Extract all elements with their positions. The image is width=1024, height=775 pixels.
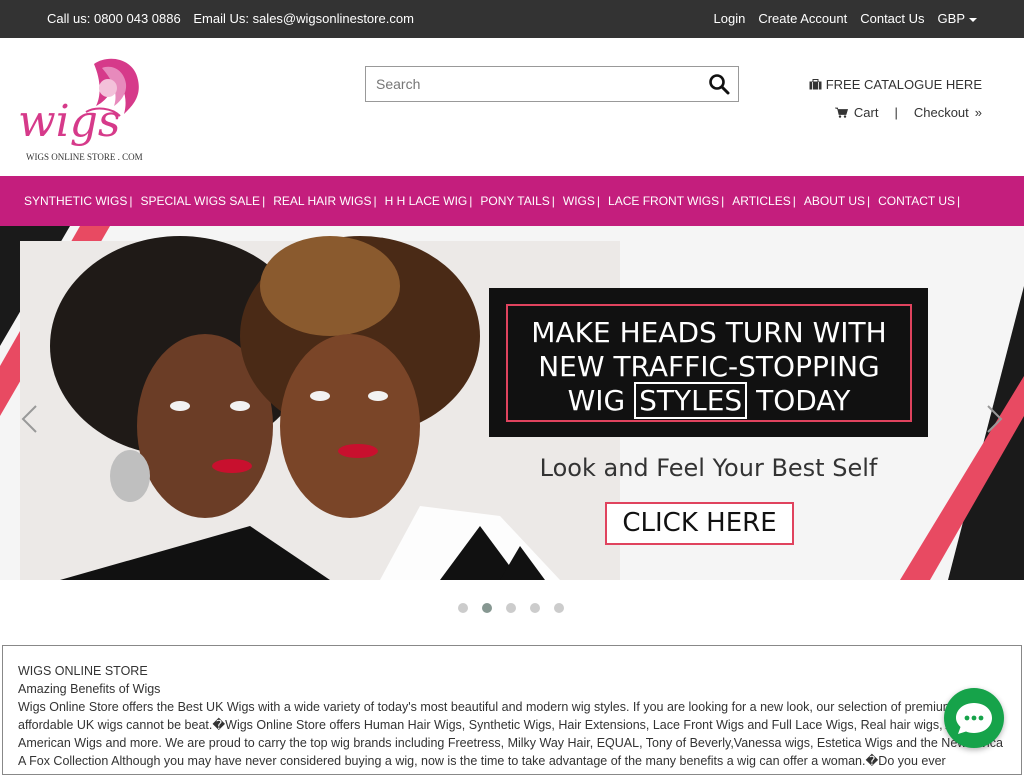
- catalogue-label: FREE CATALOGUE HERE: [825, 77, 982, 92]
- carousel-dot[interactable]: [554, 603, 564, 613]
- checkout-link[interactable]: Checkout: [914, 105, 969, 120]
- nav-label: REAL HAIR WIGS: [273, 194, 372, 208]
- caret-down-icon: [969, 17, 977, 22]
- site-logo[interactable]: wigs WIGS ONLINE STORE . COM: [16, 54, 146, 164]
- nav-label: ABOUT US: [803, 194, 865, 208]
- promo-line-3-post: TODAY: [756, 384, 851, 417]
- chevron-right-icon[interactable]: [986, 404, 1004, 434]
- phone-text: Call us: 0800 043 0886: [47, 11, 181, 26]
- nav-separator: |: [129, 194, 133, 208]
- logo-text: wigs: [18, 96, 120, 147]
- carousel-dot[interactable]: [506, 603, 516, 613]
- search-box[interactable]: Search: [365, 66, 739, 102]
- nav-item-special-wigs-sale[interactable]: SPECIAL WIGS SALE |: [140, 194, 269, 208]
- contact-us-link[interactable]: Contact Us: [860, 11, 924, 26]
- cart-link[interactable]: Cart: [854, 105, 879, 120]
- logo-graphic: wigs WIGS ONLINE STORE . COM: [18, 58, 143, 162]
- currency-label: GBP: [937, 11, 965, 26]
- chat-widget-button[interactable]: [944, 688, 1004, 748]
- nav-item-contact-us[interactable]: CONTACT US |: [878, 194, 964, 208]
- cart-separator: |: [894, 105, 898, 120]
- nav-separator: |: [792, 194, 796, 208]
- cart-icon: [834, 107, 848, 118]
- nav-label: PONY TAILS: [480, 194, 550, 208]
- promo-line-3-pre: WIG: [567, 384, 626, 417]
- email-text[interactable]: Email Us: sales@wigsonlinestore.com: [193, 11, 414, 26]
- nav-separator: |: [866, 194, 871, 208]
- nav-separator: |: [262, 194, 266, 208]
- nav-label: WIGS: [562, 194, 595, 208]
- promo-border: MAKE HEADS TURN WITH NEW TRAFFIC-STOPPIN…: [506, 304, 912, 422]
- nav-item-synthetic-wigs[interactable]: SYNTHETIC WIGS |: [24, 194, 136, 208]
- nav-label: SYNTHETIC WIGS: [24, 194, 128, 208]
- nav-list: SYNTHETIC WIGS | SPECIAL WIGS SALE | REAL …: [0, 176, 1024, 208]
- main-nav: SYNTHETIC WIGS | SPECIAL WIGS SALE | REAL …: [0, 176, 1024, 226]
- nav-item-articles[interactable]: ARTICLES |: [732, 194, 800, 208]
- content-heading: WIGS ONLINE STORE: [18, 664, 148, 678]
- free-catalogue-link[interactable]: FREE CATALOGUE HERE: [809, 77, 982, 92]
- promo-styles-box: STYLES: [634, 382, 748, 419]
- carousel-dot[interactable]: [458, 603, 468, 613]
- nav-item-real-hair-wigs[interactable]: REAL HAIR WIGS |: [273, 194, 380, 208]
- chevron-left-icon[interactable]: [20, 404, 38, 434]
- chat-bubble-icon: [956, 703, 992, 734]
- promo-banner: MAKE HEADS TURN WITH NEW TRAFFIC-STOPPIN…: [489, 288, 928, 437]
- nav-separator: |: [469, 194, 473, 208]
- promo-line-1: MAKE HEADS TURN WITH: [531, 316, 887, 349]
- search-input[interactable]: Search: [376, 76, 420, 92]
- currency-dropdown[interactable]: GBP: [938, 11, 977, 26]
- nav-label: CONTACT US: [878, 194, 956, 208]
- click-here-button[interactable]: CLICK HERE: [605, 502, 794, 545]
- hero-carousel[interactable]: MAKE HEADS TURN WITH NEW TRAFFIC-STOPPIN…: [0, 226, 1024, 580]
- logo-subtext: WIGS ONLINE STORE . COM: [26, 152, 143, 162]
- nav-label: ARTICLES: [732, 194, 791, 208]
- nav-label: H H LACE WIG: [384, 194, 468, 208]
- top-bar: Call us: 0800 043 0886 Email Us: sales@w…: [0, 0, 1024, 38]
- nav-label: SPECIAL WIGS SALE: [140, 194, 261, 208]
- header: wigs WIGS ONLINE STORE . COM Search FREE…: [0, 38, 1024, 176]
- nav-separator: |: [551, 194, 555, 208]
- nav-item-pony-tails[interactable]: PONY TAILS |: [480, 194, 559, 208]
- nav-separator: |: [957, 194, 961, 208]
- create-account-link[interactable]: Create Account: [758, 11, 847, 26]
- carousel-dot[interactable]: [482, 603, 492, 613]
- nav-item-hh-lace-wig[interactable]: H H LACE WIG |: [385, 194, 477, 208]
- carousel-dot[interactable]: [530, 603, 540, 613]
- content-subheading: Amazing Benefits of Wigs: [18, 682, 161, 696]
- account-links: Login Create Account Contact Us GBP: [714, 11, 977, 26]
- nav-item-wigs[interactable]: WIGS |: [563, 194, 604, 208]
- briefcase-icon: [809, 79, 822, 90]
- nav-separator: |: [373, 194, 377, 208]
- cart-row: Cart | Checkout »: [834, 105, 982, 120]
- double-chevron-right-icon: »: [974, 105, 982, 120]
- login-link[interactable]: Login: [714, 11, 746, 26]
- nav-label: LACE FRONT WIGS: [608, 194, 720, 208]
- nav-separator: |: [721, 194, 725, 208]
- search-icon[interactable]: [708, 73, 730, 95]
- carousel-indicators: [458, 603, 564, 613]
- content-box: WIGS ONLINE STORE Amazing Benefits of Wi…: [2, 645, 1022, 775]
- nav-item-lace-front-wigs[interactable]: LACE FRONT WIGS |: [608, 194, 728, 208]
- contact-info: Call us: 0800 043 0886 Email Us: sales@w…: [47, 11, 423, 26]
- content-body: Wigs Online Store offers the Best UK Wig…: [18, 700, 1003, 768]
- hero-tagline: Look and Feel Your Best Self: [539, 454, 878, 482]
- nav-item-about-us[interactable]: ABOUT US |: [804, 194, 874, 208]
- promo-line-2: NEW TRAFFIC-STOPPING: [538, 350, 880, 383]
- nav-separator: |: [596, 194, 601, 208]
- promo-line-3: WIG STYLES TODAY: [508, 382, 910, 419]
